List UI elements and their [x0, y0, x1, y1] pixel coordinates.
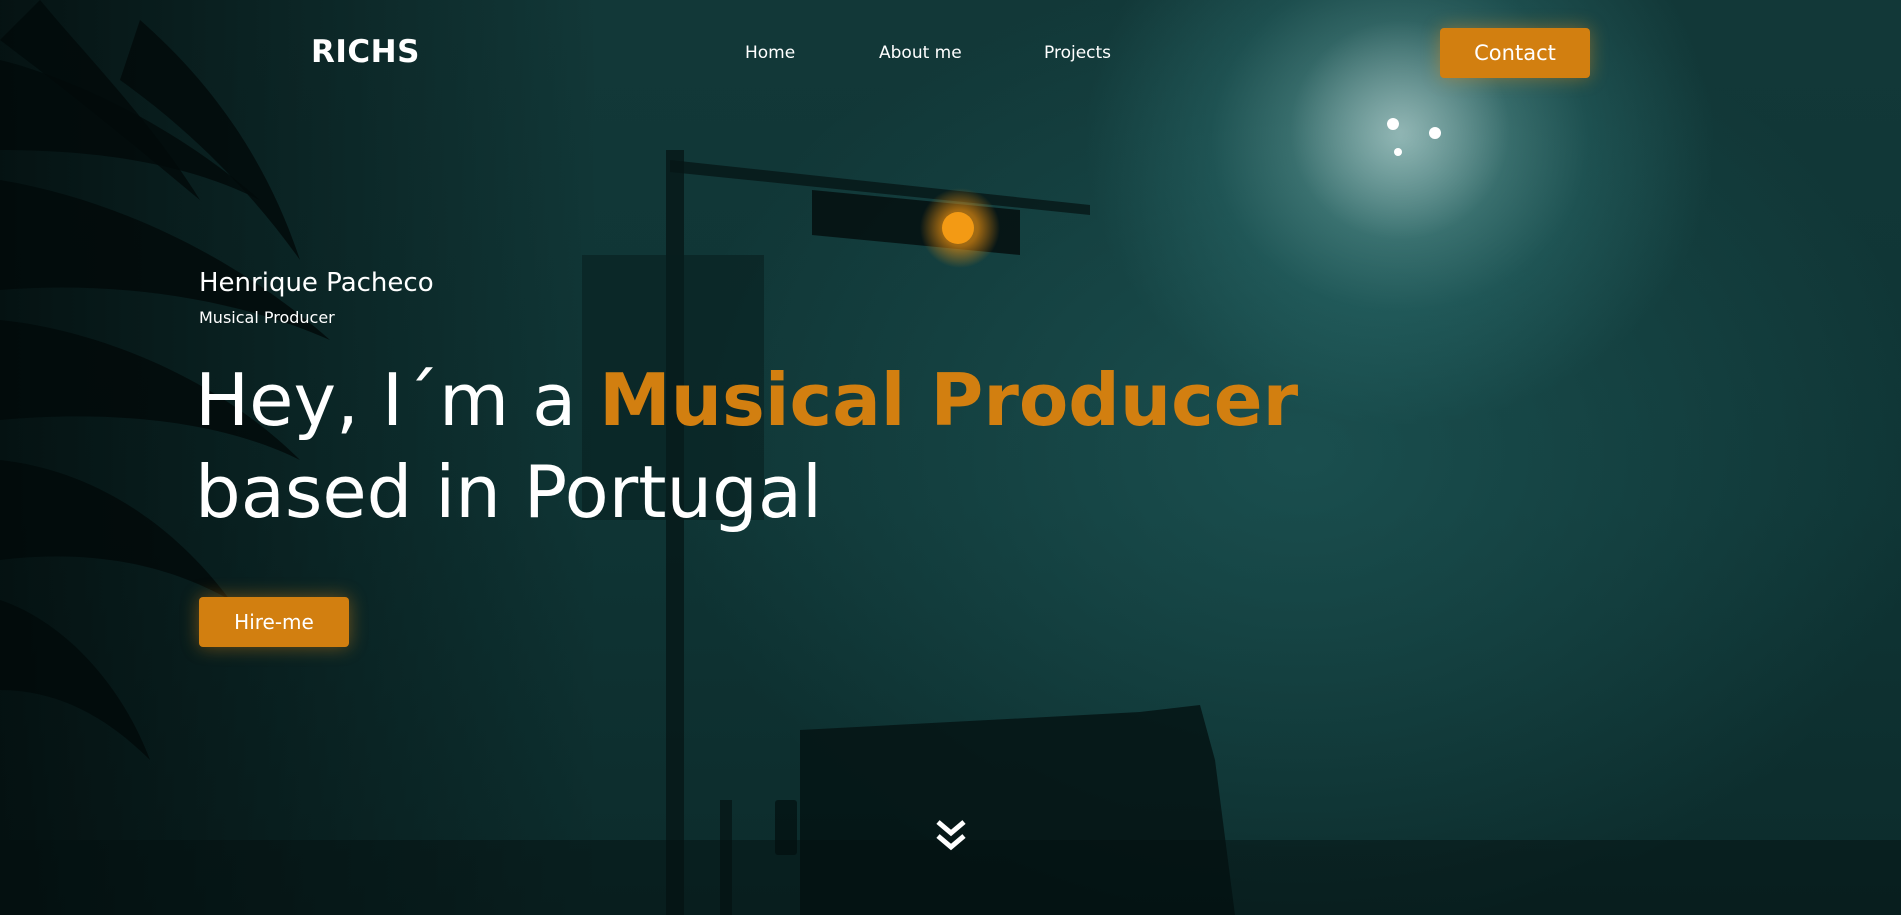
- headline-line-2: based in Portugal: [195, 450, 822, 534]
- hero-section: RICHS Home About me Projects Contact Hen…: [0, 0, 1901, 915]
- headline-prefix: Hey, I´m a: [195, 358, 600, 442]
- owner-name: Henrique Pacheco: [199, 268, 434, 298]
- hire-me-button[interactable]: Hire-me: [199, 597, 349, 647]
- nav-about-link[interactable]: About me: [879, 43, 962, 63]
- owner-role: Musical Producer: [199, 308, 335, 327]
- double-chevron-down-icon[interactable]: [934, 818, 968, 854]
- nav-home-link[interactable]: Home: [745, 43, 795, 63]
- nav-projects-link[interactable]: Projects: [1044, 43, 1111, 63]
- headline-accent: Musical Producer: [599, 358, 1299, 442]
- hero-headline: Hey, I´m a Musical Producer based in Port…: [195, 354, 1298, 538]
- site-logo[interactable]: RICHS: [311, 34, 420, 70]
- contact-button[interactable]: Contact: [1440, 28, 1590, 78]
